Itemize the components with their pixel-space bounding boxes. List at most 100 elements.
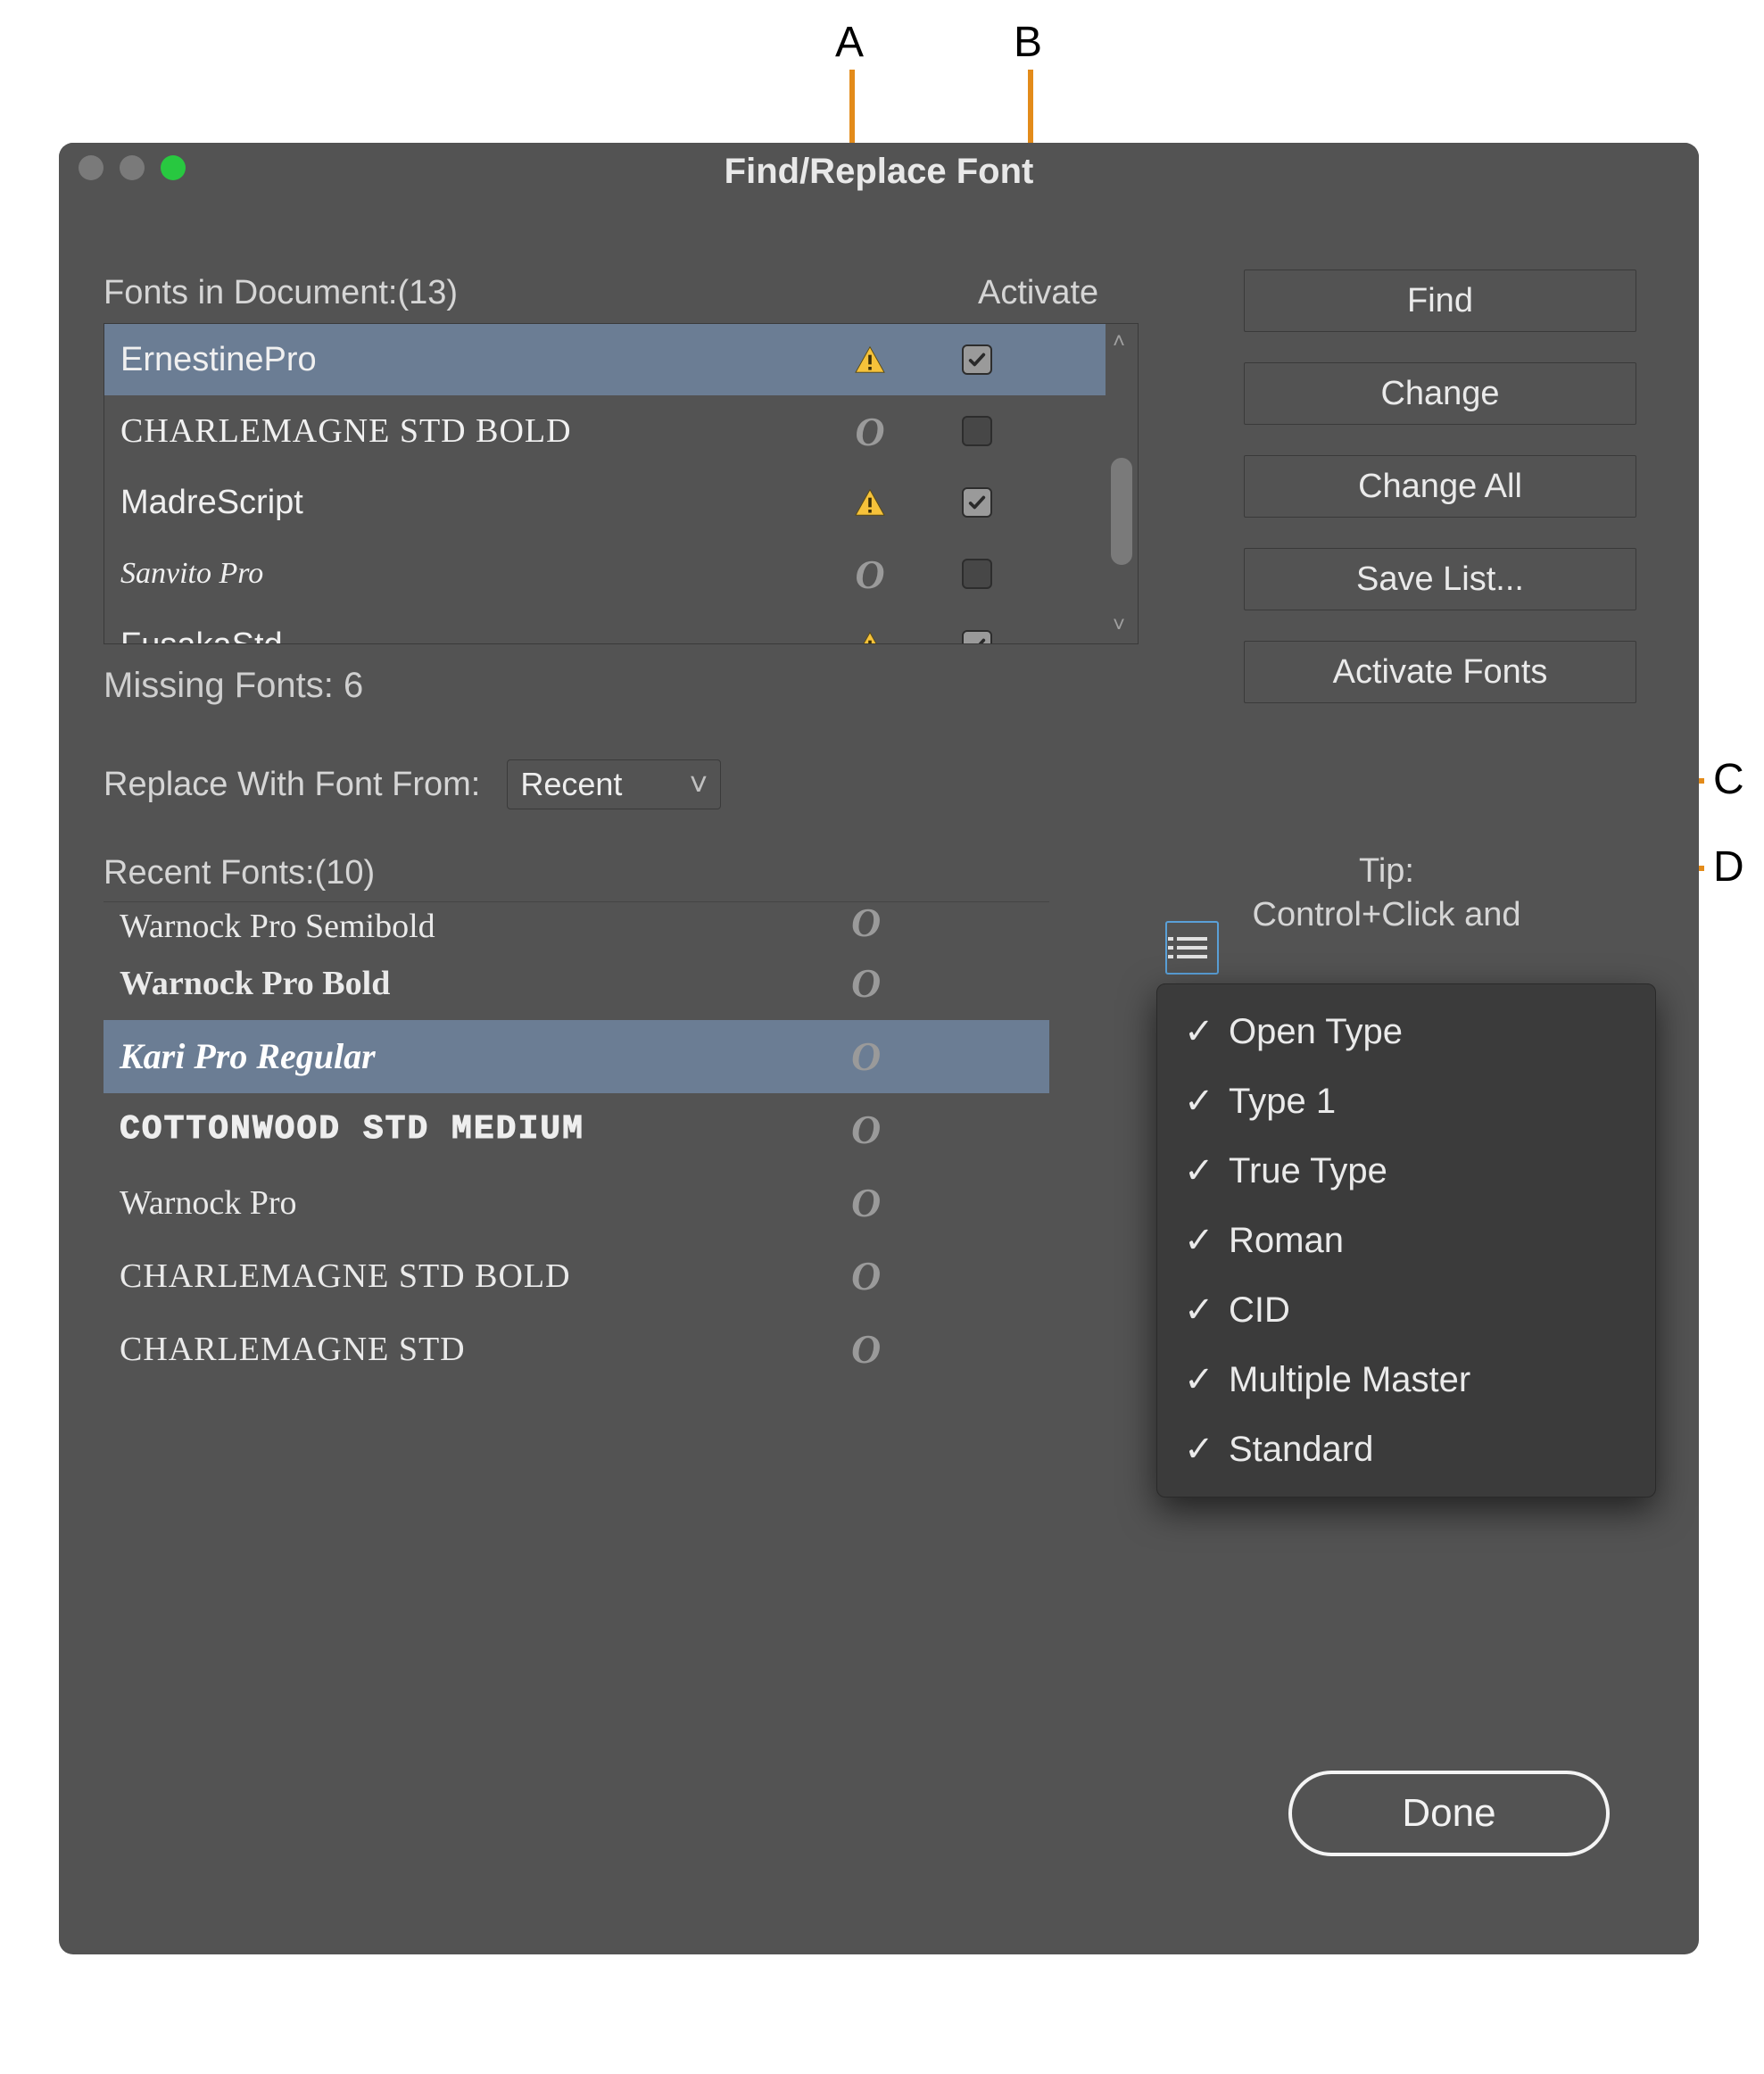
fonts-in-document-list[interactable]: ErnestinePro CHARLEMAGNE STD BOLDOMadreS…: [104, 323, 1139, 644]
popup-item[interactable]: ✓ Standard: [1157, 1414, 1655, 1484]
activate-fonts-button[interactable]: Activate Fonts: [1244, 641, 1636, 703]
window-title: Find/Replace Font: [59, 152, 1699, 192]
font-name: FusakaStd: [120, 626, 816, 645]
recent-font-row[interactable]: Kari Pro RegularO: [104, 1020, 1049, 1093]
font-row[interactable]: Sanvito ProO: [104, 538, 1138, 610]
opentype-icon: O: [851, 902, 881, 945]
recent-font-row[interactable]: CHARLEMAGNE STDO: [104, 1313, 1049, 1386]
opentype-icon: O: [851, 1253, 881, 1298]
recent-font-row[interactable]: Warnock Pro SemiboldO: [104, 902, 1049, 947]
activate-cell: [923, 630, 1031, 644]
opentype-icon: O: [855, 551, 884, 598]
recent-font-name: Warnock Pro: [120, 1183, 851, 1223]
activate-cell: [923, 416, 1031, 446]
recent-font-name: Kari Pro Regular: [120, 1035, 851, 1077]
titlebar: Find/Replace Font: [59, 143, 1699, 198]
find-replace-font-dialog: Find/Replace Font Fonts in Document: (13…: [59, 143, 1699, 1954]
replace-source-value: Recent: [520, 766, 622, 803]
filter-list-icon: [1177, 937, 1207, 958]
recent-font-name: COTTONWOOD STD MEDIUM: [120, 1110, 851, 1149]
popup-item-label: Roman: [1229, 1221, 1344, 1261]
recent-fonts-list[interactable]: Warnock Pro SemiboldOWarnock Pro BoldOKa…: [104, 901, 1049, 1386]
scroll-thumb[interactable]: [1111, 458, 1132, 565]
font-filter-button[interactable]: [1165, 921, 1219, 975]
font-row[interactable]: FusakaStd: [104, 610, 1138, 644]
popup-item[interactable]: ✓Multiple Master: [1157, 1345, 1655, 1414]
callout-label-d: D: [1713, 842, 1744, 892]
recent-fonts-label: Recent Fonts:(10): [104, 854, 1156, 892]
activate-checkbox[interactable]: [962, 630, 992, 644]
activate-cell: [923, 559, 1031, 589]
opentype-icon: O: [851, 1180, 881, 1225]
recent-font-row[interactable]: CHARLEMAGNE STD BOLDO: [104, 1240, 1049, 1313]
font-type-indicator: [816, 345, 923, 374]
font-row[interactable]: CHARLEMAGNE STD BOLDO: [104, 395, 1138, 467]
scroll-down-icon[interactable]: ˅: [1113, 613, 1125, 638]
scroll-up-icon[interactable]: ˄: [1113, 329, 1125, 354]
recent-fonts-text: Recent Fonts:: [104, 854, 315, 892]
popup-item-label: True Type: [1229, 1151, 1387, 1191]
popup-item[interactable]: ✓ Type 1: [1157, 1066, 1655, 1136]
popup-item-label: CID: [1229, 1290, 1290, 1331]
check-icon: ✓: [1184, 1081, 1211, 1122]
recent-font-type: O: [851, 902, 881, 946]
check-icon: ✓: [1184, 1220, 1211, 1261]
popup-item-label: Standard: [1229, 1430, 1373, 1470]
tip-text: Tip: Control+Click and: [1164, 850, 1610, 938]
recent-font-type: O: [851, 1106, 881, 1153]
font-name: ErnestinePro: [120, 341, 816, 379]
right-buttons-column: Find Change Change All Save List... Acti…: [1244, 270, 1636, 703]
fonts-in-document-text: Fonts in Document:: [104, 274, 397, 312]
opentype-icon: O: [851, 1107, 881, 1152]
activate-checkbox[interactable]: [962, 416, 992, 446]
popup-item[interactable]: ✓ Roman: [1157, 1206, 1655, 1275]
fonts-in-document-count: (13): [397, 274, 458, 312]
check-icon: ✓: [1184, 1290, 1211, 1331]
check-icon: ✓: [1184, 1150, 1211, 1191]
popup-item[interactable]: ✓ True Type: [1157, 1136, 1655, 1206]
popup-item-label: Type 1: [1229, 1082, 1336, 1122]
replace-source-select[interactable]: Recent ˅: [507, 759, 721, 809]
check-icon: ✓: [1184, 1429, 1211, 1470]
warning-icon: [854, 345, 886, 374]
opentype-icon: O: [851, 1326, 881, 1372]
font-type-indicator: O: [816, 551, 923, 598]
recent-font-name: Warnock Pro Bold: [120, 964, 851, 1003]
recent-font-type: O: [851, 959, 881, 1007]
callout-label-a: A: [835, 18, 864, 67]
popup-item[interactable]: ✓Open Type: [1157, 997, 1655, 1066]
check-icon: ✓: [1184, 1011, 1211, 1052]
recent-font-name: CHARLEMAGNE STD BOLD: [120, 1257, 851, 1296]
font-type-indicator: [816, 631, 923, 644]
activate-checkbox[interactable]: [962, 344, 992, 375]
font-row[interactable]: ErnestinePro: [104, 324, 1138, 395]
tip-line-2: Control+Click and: [1164, 893, 1610, 937]
done-button[interactable]: Done: [1288, 1771, 1610, 1856]
dialog-content: Fonts in Document: (13) Activate Ernesti…: [59, 198, 1699, 1954]
change-button[interactable]: Change: [1244, 362, 1636, 425]
change-all-button[interactable]: Change All: [1244, 455, 1636, 518]
popup-item[interactable]: ✓ CID: [1157, 1275, 1655, 1345]
recent-font-name: Warnock Pro Semibold: [120, 907, 851, 946]
save-list-button[interactable]: Save List...: [1244, 548, 1636, 610]
font-row[interactable]: MadreScript: [104, 467, 1138, 538]
recent-font-type: O: [851, 1179, 881, 1226]
warning-icon: [854, 631, 886, 644]
recent-font-row[interactable]: Warnock ProO: [104, 1166, 1049, 1240]
opentype-icon: O: [851, 1033, 881, 1079]
activate-checkbox[interactable]: [962, 487, 992, 518]
recent-font-row[interactable]: COTTONWOOD STD MEDIUMO: [104, 1093, 1049, 1166]
fonts-list-scrollbar[interactable]: ˄ ˅: [1106, 324, 1138, 643]
find-button[interactable]: Find: [1244, 270, 1636, 332]
activate-header: Activate: [978, 274, 1098, 312]
warning-icon: [854, 488, 886, 517]
activate-checkbox[interactable]: [962, 559, 992, 589]
replace-with-row: Replace With Font From: Recent ˅: [104, 759, 1156, 809]
chevron-down-icon: ˅: [689, 766, 708, 803]
recent-font-row[interactable]: Warnock Pro BoldO: [104, 947, 1049, 1020]
activate-cell: [923, 344, 1031, 375]
opentype-icon: O: [851, 960, 881, 1006]
opentype-icon: O: [855, 408, 884, 455]
font-type-filter-popup[interactable]: ✓Open Type✓Type 1✓True Type✓Roman✓CID✓Mu…: [1156, 983, 1656, 1497]
recent-font-type: O: [851, 1033, 881, 1080]
